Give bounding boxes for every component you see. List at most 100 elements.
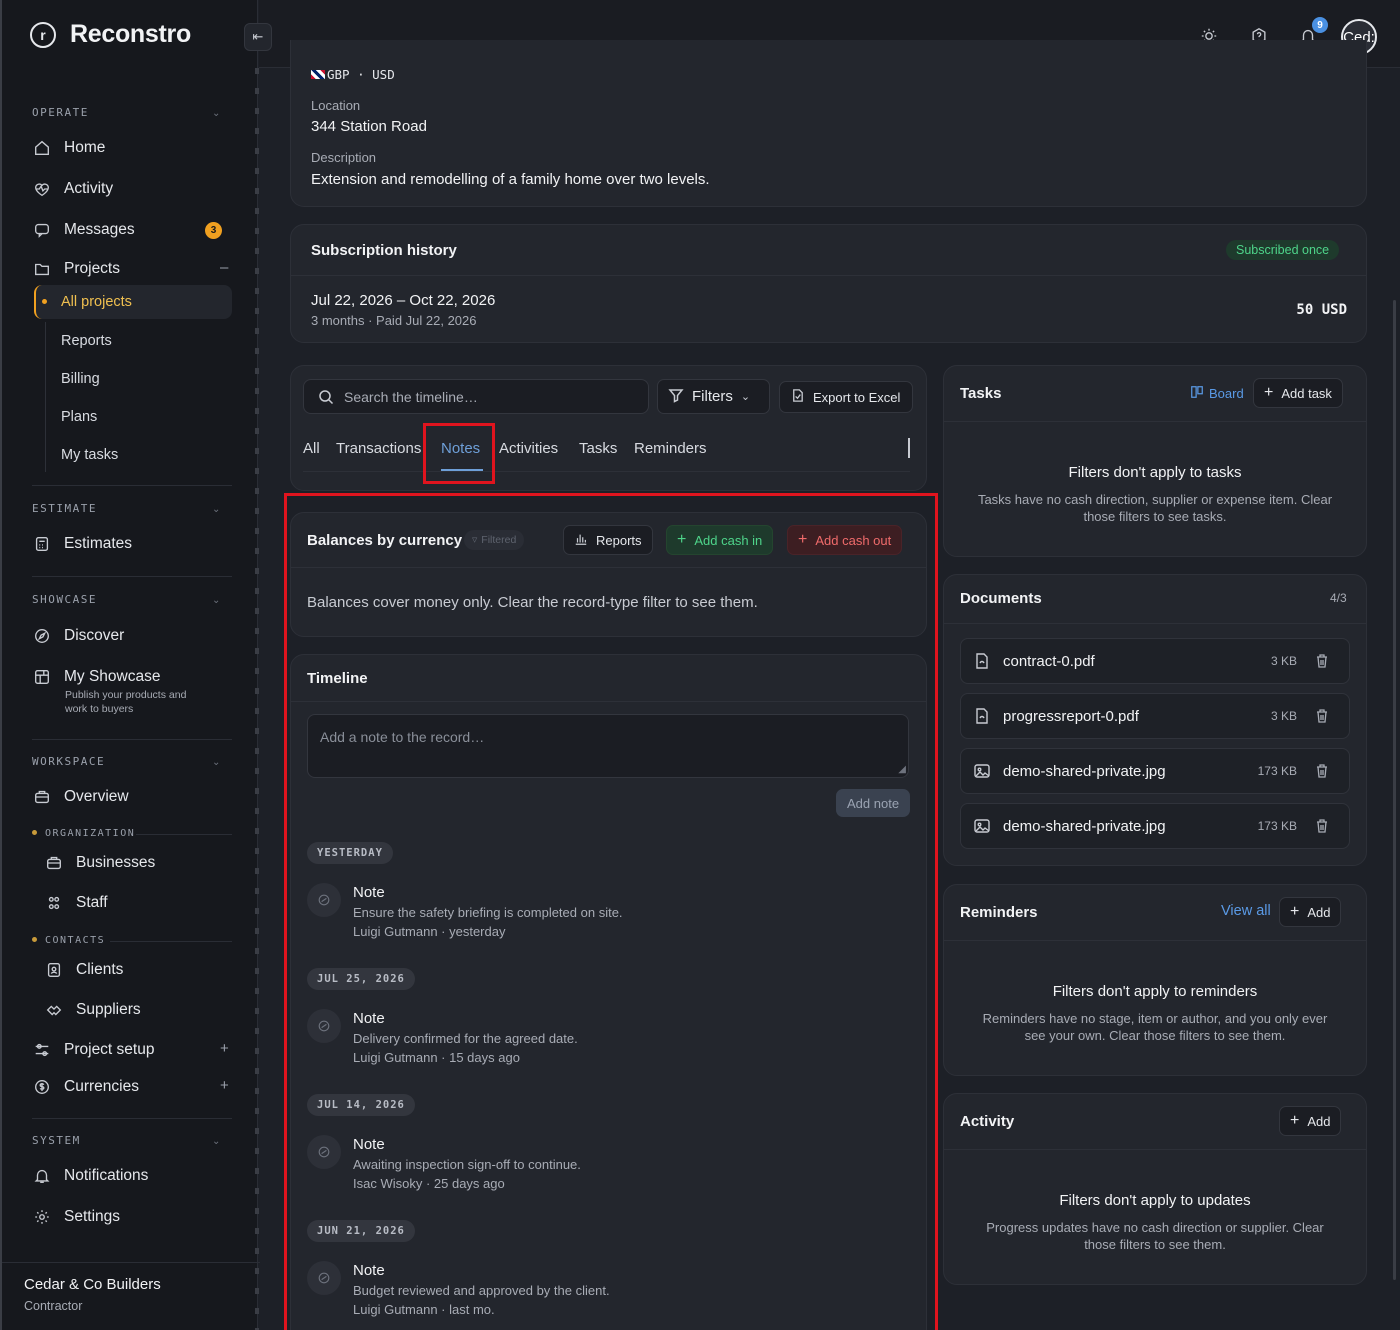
- sub-my-tasks[interactable]: My tasks: [61, 447, 118, 463]
- nav-suppliers[interactable]: Suppliers: [44, 1000, 141, 1020]
- highlight-notes-tab: [423, 423, 495, 484]
- collapse-projects-icon[interactable]: –: [220, 259, 228, 276]
- contacts-dot-icon: [32, 937, 37, 942]
- chevron-down-icon[interactable]: ⌄: [212, 757, 220, 768]
- nav-settings-label: Settings: [64, 1208, 121, 1225]
- dollar-coin-icon: [32, 1077, 52, 1097]
- document-row[interactable]: demo-shared-private.jpg 173 KB: [960, 803, 1350, 849]
- nav-project-setup[interactable]: Project setup: [32, 1040, 154, 1060]
- page-scrollbar[interactable]: [1393, 300, 1396, 1280]
- nav-messages[interactable]: Messages: [32, 220, 135, 240]
- document-size: 173 KB: [1257, 819, 1297, 833]
- tab-all[interactable]: All: [303, 440, 320, 457]
- subscription-amount: 50 USD: [1296, 302, 1347, 318]
- nav-settings[interactable]: Settings: [32, 1207, 120, 1227]
- trash-icon[interactable]: [1315, 818, 1329, 834]
- divider: [136, 834, 232, 835]
- tab-tasks[interactable]: Tasks: [579, 440, 617, 457]
- add-task-button[interactable]: + Add task: [1253, 378, 1343, 408]
- document-name: demo-shared-private.jpg: [1003, 818, 1166, 835]
- trash-icon[interactable]: [1315, 708, 1329, 724]
- nav-home-label: Home: [64, 139, 106, 156]
- nav-overview-label: Overview: [64, 788, 129, 805]
- tasks-empty-body: Tasks have no cash direction, supplier o…: [977, 492, 1333, 524]
- chevron-down-icon[interactable]: ⌄: [212, 595, 220, 606]
- document-row[interactable]: demo-shared-private.jpg 173 KB: [960, 748, 1350, 794]
- document-row[interactable]: progressreport-0.pdf 3 KB: [960, 693, 1350, 739]
- nav-my-showcase[interactable]: My Showcase: [32, 667, 160, 687]
- divider: [32, 485, 232, 486]
- sub-reports[interactable]: Reports: [61, 333, 112, 349]
- nav-staff-label: Staff: [76, 894, 108, 911]
- reminders-title: Reminders: [960, 904, 1038, 921]
- sliders-icon: [32, 1040, 52, 1060]
- divider: [32, 576, 232, 577]
- search-input[interactable]: Search the timeline…: [303, 379, 649, 414]
- filters-button[interactable]: Filters ⌄: [657, 379, 770, 414]
- document-size: 173 KB: [1257, 764, 1297, 778]
- nav-clients[interactable]: Clients: [44, 960, 123, 980]
- divider: [110, 941, 232, 942]
- folder-icon: [32, 259, 52, 279]
- sub-billing[interactable]: Billing: [61, 371, 100, 387]
- sub-plans[interactable]: Plans: [61, 409, 97, 425]
- export-icon: [790, 388, 805, 406]
- chevron-down-icon[interactable]: ⌄: [212, 1136, 220, 1147]
- expand-currencies-icon[interactable]: +: [220, 1077, 229, 1094]
- chevron-down-icon[interactable]: ⌄: [212, 504, 220, 515]
- bell-icon: [32, 1166, 52, 1186]
- section-label-organization: ORGANIZATION: [45, 828, 136, 839]
- highlight-content-area: [284, 493, 938, 1330]
- expand-project-setup-icon[interactable]: +: [220, 1040, 229, 1057]
- document-name: contract-0.pdf: [1003, 653, 1095, 670]
- nav-suppliers-label: Suppliers: [76, 1001, 141, 1018]
- tab-activities[interactable]: Activities: [499, 440, 558, 457]
- uk-flag-icon: [311, 70, 325, 79]
- tab-scroll-handle[interactable]: [908, 438, 910, 458]
- brand[interactable]: r Reconstro: [30, 20, 191, 49]
- resize-rail[interactable]: [255, 68, 259, 1330]
- tab-reminders[interactable]: Reminders: [634, 440, 707, 457]
- add-task-label: Add task: [1281, 385, 1332, 401]
- nav-estimates[interactable]: Estimates: [32, 534, 132, 554]
- add-activity-button[interactable]: + Add: [1279, 1106, 1342, 1136]
- nav-discover[interactable]: Discover: [32, 626, 124, 646]
- nav-projects[interactable]: Projects: [32, 259, 120, 279]
- collapse-sidebar-button[interactable]: ⇤: [244, 23, 272, 51]
- board-label: Board: [1209, 386, 1244, 401]
- location-value: 344 Station Road: [311, 118, 427, 135]
- nav-notifications[interactable]: Notifications: [32, 1166, 148, 1186]
- search-icon: [318, 389, 334, 405]
- board-link[interactable]: Board: [1190, 385, 1244, 402]
- subscription-title: Subscription history: [311, 242, 457, 259]
- home-icon: [32, 138, 52, 158]
- nav-currencies-label: Currencies: [64, 1078, 139, 1095]
- nav-overview[interactable]: Overview: [32, 787, 129, 807]
- section-label-operate: OPERATE: [32, 106, 89, 119]
- nav-staff[interactable]: Staff: [44, 893, 108, 913]
- nav-my-showcase-label: My Showcase: [64, 668, 161, 685]
- section-label-workspace: WORKSPACE: [32, 755, 106, 768]
- add-reminder-button[interactable]: + Add: [1279, 897, 1342, 927]
- divider: [944, 1149, 1366, 1150]
- document-row[interactable]: contract-0.pdf 3 KB: [960, 638, 1350, 684]
- export-excel-button[interactable]: Export to Excel: [779, 381, 913, 413]
- plus-icon: +: [1264, 384, 1274, 401]
- tab-transactions[interactable]: Transactions: [336, 440, 421, 457]
- nav-home[interactable]: Home: [32, 138, 105, 158]
- trash-icon[interactable]: [1315, 763, 1329, 779]
- view-all-link[interactable]: View all: [1221, 903, 1271, 919]
- documents-count: 4/3: [1330, 591, 1347, 605]
- nav-activity[interactable]: Activity: [32, 179, 113, 199]
- subscription-period: Jul 22, 2026 – Oct 22, 2026: [311, 292, 496, 309]
- nav-businesses[interactable]: Businesses: [44, 853, 155, 873]
- nav-messages-label: Messages: [64, 221, 135, 238]
- company-name[interactable]: Cedar & Co Builders: [24, 1276, 161, 1293]
- nav-currencies[interactable]: Currencies: [32, 1077, 139, 1097]
- chevron-down-icon[interactable]: ⌄: [212, 108, 220, 119]
- sub-all-projects[interactable]: All projects: [34, 285, 232, 319]
- document-size: 3 KB: [1270, 709, 1297, 723]
- chevron-down-icon: ⌄: [740, 391, 751, 403]
- sub-all-projects-label: All projects: [61, 294, 132, 310]
- trash-icon[interactable]: [1315, 653, 1329, 669]
